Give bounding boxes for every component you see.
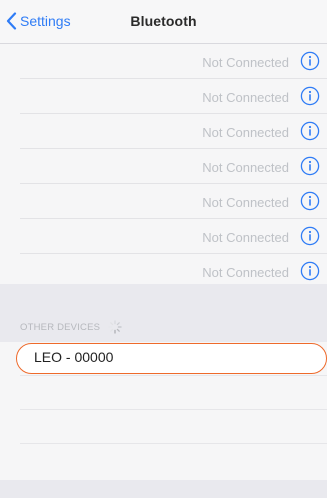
device-status: Not Connected: [202, 125, 289, 140]
device-status: Not Connected: [202, 230, 289, 245]
info-icon[interactable]: [300, 51, 320, 71]
my-devices-list: Not Connected Not Connected Not Connecte…: [0, 44, 327, 284]
device-status: Not Connected: [202, 265, 289, 280]
bottom-separator: [0, 480, 327, 498]
info-icon[interactable]: [300, 226, 320, 246]
device-row[interactable]: Not Connected: [20, 184, 327, 219]
info-icon[interactable]: [300, 121, 320, 141]
info-icon[interactable]: [300, 261, 320, 281]
info-icon[interactable]: [300, 191, 320, 211]
device-row[interactable]: Not Connected: [20, 114, 327, 149]
device-row[interactable]: Not Connected: [20, 149, 327, 184]
device-status: Not Connected: [202, 160, 289, 175]
device-status: Not Connected: [202, 195, 289, 210]
device-row[interactable]: Not Connected: [20, 219, 327, 254]
device-status: Not Connected: [202, 55, 289, 70]
device-status: Not Connected: [202, 90, 289, 105]
list-item: [20, 410, 327, 444]
bluetooth-settings-screen: Settings Bluetooth Not Connected Not Con…: [0, 0, 327, 498]
page-title: Bluetooth: [130, 13, 197, 29]
navigation-bar: Settings Bluetooth: [0, 0, 327, 44]
section-title: OTHER DEVICES: [20, 321, 101, 333]
other-devices-header: OTHER DEVICES: [20, 320, 122, 334]
activity-spinner-icon: [108, 320, 122, 334]
device-row[interactable]: Not Connected: [20, 44, 327, 79]
list-item: [20, 376, 327, 410]
device-name: LEO - 00000: [34, 349, 114, 365]
device-row-leo[interactable]: LEO - 00000: [16, 343, 327, 374]
info-icon[interactable]: [300, 86, 320, 106]
list-item: [20, 444, 327, 478]
device-row[interactable]: Not Connected: [20, 79, 327, 114]
info-icon[interactable]: [300, 156, 320, 176]
